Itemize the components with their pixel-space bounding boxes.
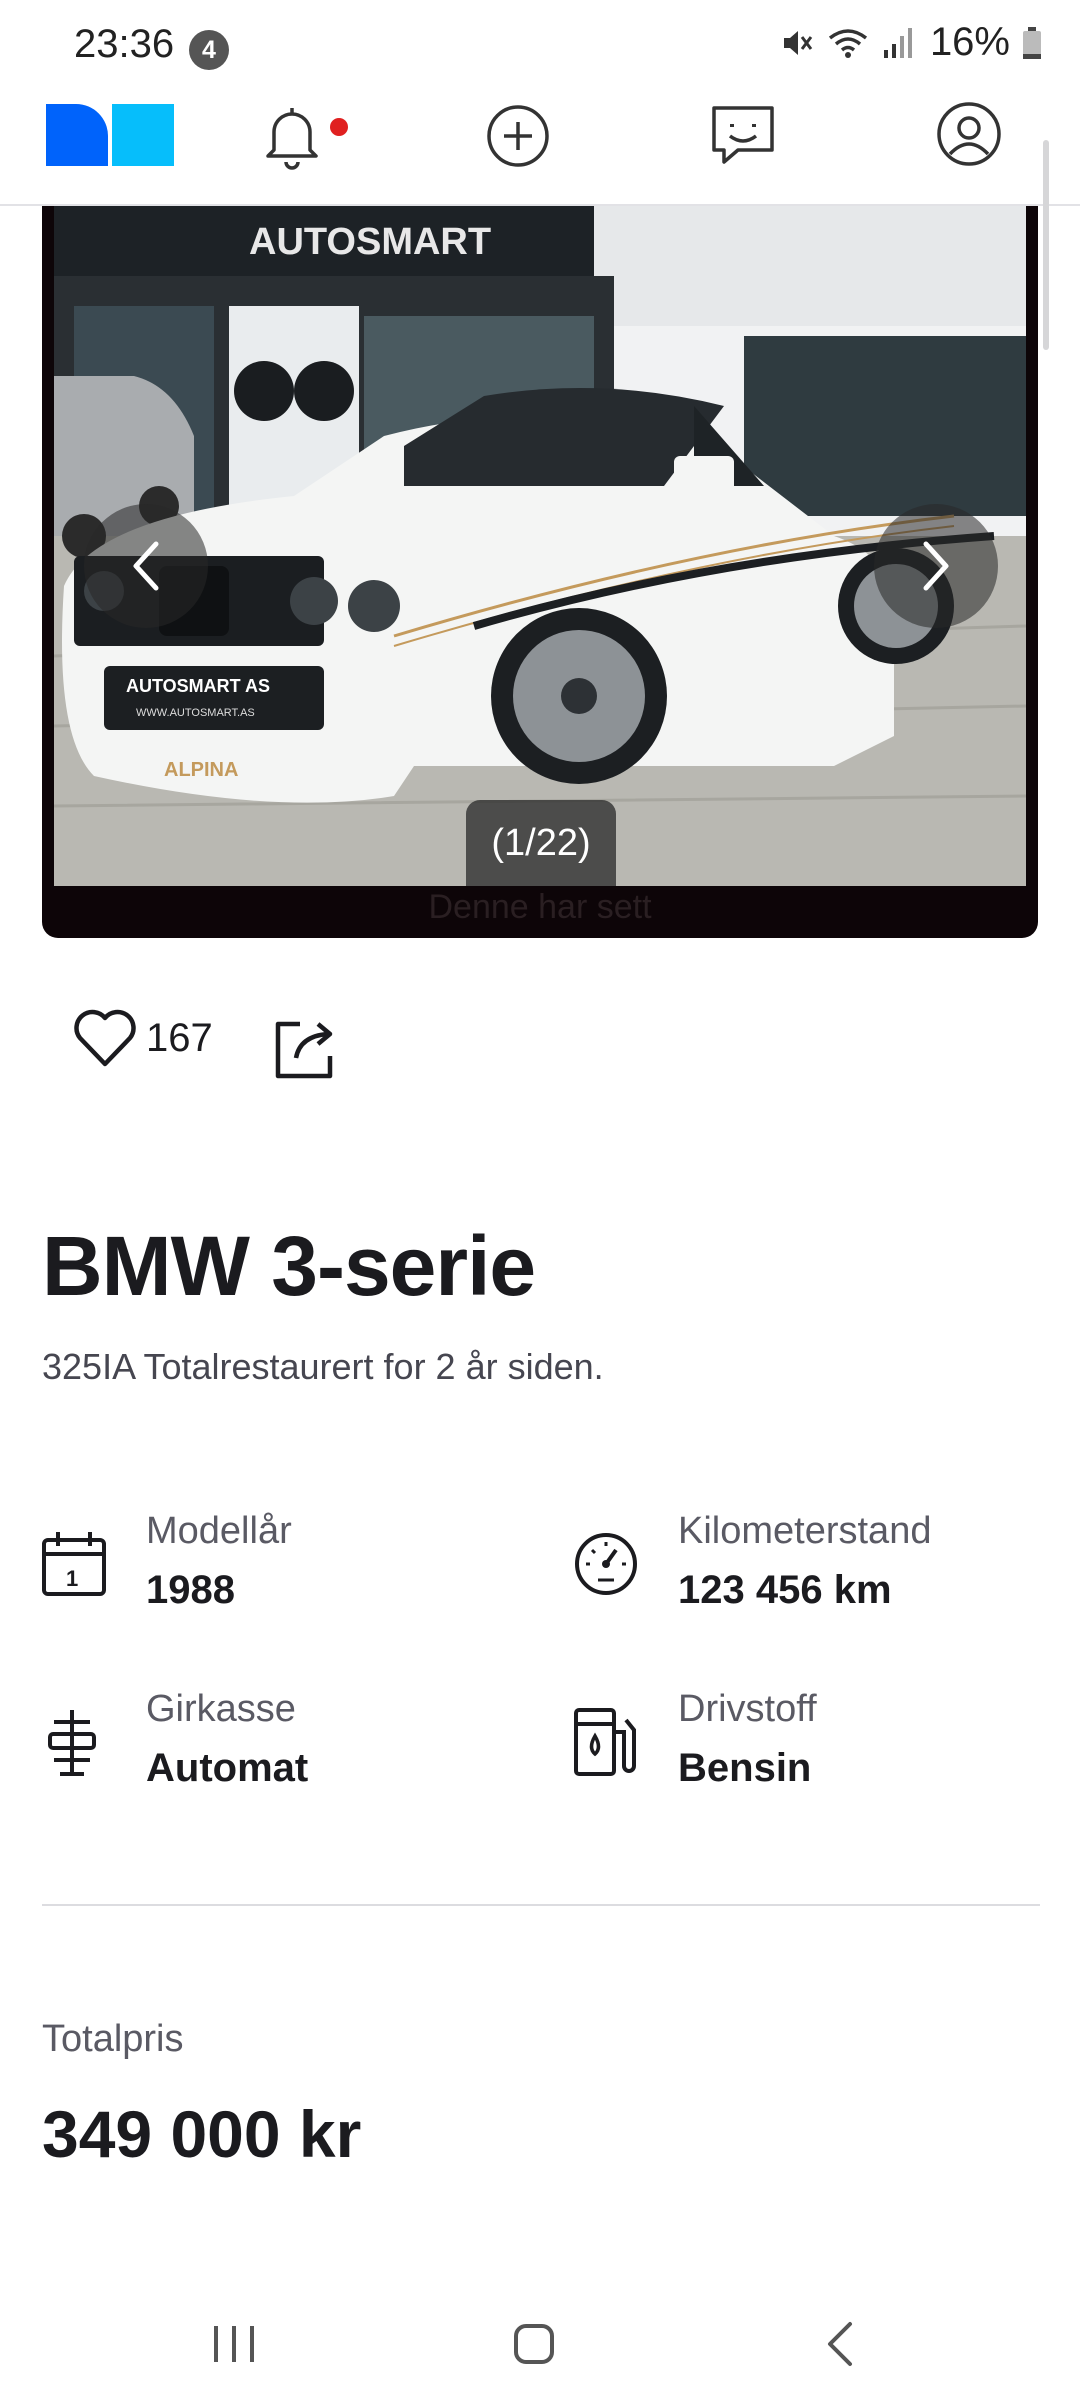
spec-label-mileage: Kilometerstand xyxy=(678,1510,932,1552)
status-icons: 16% xyxy=(780,20,1042,65)
chevron-right-icon xyxy=(923,541,949,591)
status-time: 23:36 xyxy=(74,22,175,66)
battery-icon xyxy=(1023,26,1041,59)
new-ad-plus-icon[interactable] xyxy=(484,100,552,177)
listing-title: BMW 3-serie xyxy=(42,1219,536,1313)
favorite-button[interactable]: 167 xyxy=(72,1008,213,1068)
image-counter: (1/22) xyxy=(466,800,616,886)
gallery-caption: Denne har sett xyxy=(428,888,652,926)
speedometer-icon xyxy=(572,1528,640,1603)
plate-text-line1: AUTOSMART AS xyxy=(126,676,270,696)
spec-value-model-year: 1988 xyxy=(146,1568,235,1612)
notification-count-badge: 4 xyxy=(189,30,229,70)
profile-icon[interactable] xyxy=(934,100,1004,177)
system-navigation-bar xyxy=(0,2290,1080,2400)
home-icon[interactable] xyxy=(506,2316,562,2372)
battery-percent: 16% xyxy=(929,20,1010,64)
spec-value-gearbox: Automat xyxy=(146,1746,309,1790)
spec-value-fuel: Bensin xyxy=(678,1746,812,1790)
spec-label-fuel: Drivstoff xyxy=(678,1688,817,1730)
mute-icon xyxy=(783,30,813,55)
heart-icon xyxy=(74,1009,136,1067)
wifi-icon xyxy=(828,28,868,58)
app-logo[interactable] xyxy=(46,104,174,166)
messages-icon[interactable] xyxy=(708,100,778,177)
svg-text:1: 1 xyxy=(66,1566,78,1591)
dealer-sign-text: AUTOSMART xyxy=(249,221,491,263)
favorite-count: 167 xyxy=(146,1015,213,1060)
fuel-pump-icon xyxy=(572,1706,638,1783)
signal-icon xyxy=(883,27,912,58)
back-icon[interactable] xyxy=(814,2316,870,2372)
calendar-icon: 1 xyxy=(40,1528,108,1603)
price-value: 349 000 kr xyxy=(42,2097,362,2171)
recent-apps-icon[interactable] xyxy=(206,2316,262,2372)
share-icon xyxy=(275,1021,333,1079)
plate-text-line2: WWW.AUTOSMART.AS xyxy=(136,707,255,719)
spoiler-text: ALPINA xyxy=(164,759,238,781)
spec-label-model-year: Modellår xyxy=(146,1510,292,1552)
listing-subtitle: 325IA Totalrestaurert for 2 år siden. xyxy=(42,1346,604,1387)
share-button[interactable] xyxy=(272,1012,342,1087)
notifications-bell-icon[interactable] xyxy=(260,100,324,177)
unread-notification-dot xyxy=(330,118,348,136)
previous-image-button[interactable] xyxy=(84,504,208,628)
price-label: Totalpris xyxy=(42,2018,184,2060)
chevron-left-icon xyxy=(133,541,159,591)
next-image-button[interactable] xyxy=(874,504,998,628)
section-divider xyxy=(42,1904,1040,1906)
spec-value-mileage: 123 456 km xyxy=(678,1568,892,1612)
spec-label-gearbox: Girkasse xyxy=(146,1688,296,1730)
gearbox-icon xyxy=(44,1708,100,1783)
scrollbar[interactable] xyxy=(1043,140,1049,350)
